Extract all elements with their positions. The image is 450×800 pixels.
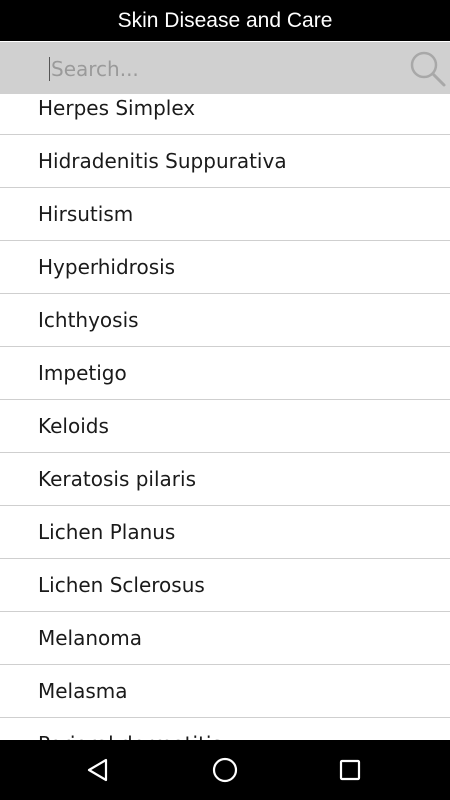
recents-button[interactable] [310, 740, 390, 800]
list-item[interactable]: Keratosis pilaris [0, 453, 450, 506]
list-item[interactable]: Hidradenitis Suppurativa [0, 135, 450, 188]
app-title: Skin Disease and Care [117, 8, 333, 32]
list-item[interactable]: Melasma [0, 665, 450, 718]
back-icon [87, 758, 108, 782]
list-item[interactable]: Perioral dermatitis [0, 718, 450, 740]
list-item[interactable]: Herpes Simplex [0, 94, 450, 135]
list-item[interactable]: Melanoma [0, 612, 450, 665]
title-bar: Skin Disease and Care [0, 0, 450, 41]
list-item[interactable]: Hirsutism [0, 188, 450, 241]
app-screen: Skin Disease and Care Herpes Simplex Hid… [0, 0, 450, 800]
system-navigation-bar [0, 740, 450, 800]
home-button[interactable] [185, 740, 265, 800]
search-icon[interactable] [409, 50, 447, 88]
list-item[interactable]: Impetigo [0, 347, 450, 400]
list-item[interactable]: Lichen Planus [0, 506, 450, 559]
home-icon [212, 757, 238, 783]
disease-list[interactable]: Herpes Simplex Hidradenitis Suppurativa … [0, 94, 450, 740]
search-input[interactable] [48, 54, 398, 84]
recents-icon [339, 759, 361, 781]
text-cursor [49, 57, 50, 81]
list-item[interactable]: Keloids [0, 400, 450, 453]
search-bar [0, 42, 450, 94]
disease-list-container[interactable]: Herpes Simplex Hidradenitis Suppurativa … [0, 94, 450, 740]
list-item[interactable]: Lichen Sclerosus [0, 559, 450, 612]
list-item[interactable]: Hyperhidrosis [0, 241, 450, 294]
list-item[interactable]: Ichthyosis [0, 294, 450, 347]
back-button[interactable] [58, 740, 138, 800]
